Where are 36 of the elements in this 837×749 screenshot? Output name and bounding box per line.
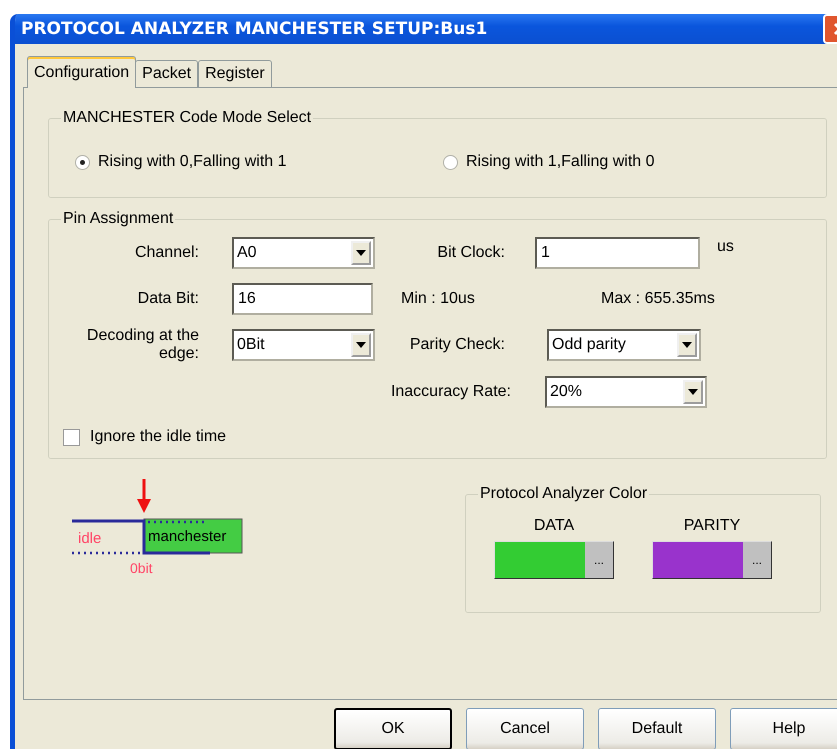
group-title: Protocol Analyzer Color [479,485,648,503]
parity-dropdown[interactable]: Odd parity [547,329,701,361]
tab[interactable]: Register [198,60,272,88]
dialog-button[interactable]: Help [730,708,837,749]
radio-label: Rising with 1,Falling with 0 [466,153,655,171]
field-label: Bit Clock: [436,244,506,262]
idle-label: idle [78,530,102,547]
dialog-button[interactable]: OK [334,708,452,749]
data-bit-field[interactable]: 16 [232,283,373,315]
offset-label: 0bit [130,560,153,576]
field-label: Decoding at the edge: [86,327,200,363]
bit-clock-field[interactable]: 1 [535,237,700,269]
channel-dropdown[interactable]: A0 [232,237,375,269]
max-note: Max : 655.35ms [600,290,716,308]
tab[interactable]: Configuration [27,56,136,88]
dialog-button[interactable]: Cancel [466,708,584,749]
field-label: Parity Check: [408,336,506,354]
window-title: PROTOCOL ANALYZER MANCHESTER SETUP:Bus1 [21,19,488,39]
field-label: Data Bit: [136,290,200,308]
signal-label: manchester [148,528,226,545]
tab[interactable]: Packet [135,60,198,88]
browse-button[interactable]: ... [585,542,613,578]
decoding-dropdown[interactable]: 0Bit [232,329,375,361]
group-title: Pin Assignment [62,210,174,228]
dialog-button[interactable]: Default [598,708,716,749]
field-label: Channel: [134,244,200,262]
min-note: Min : 10us [400,290,476,308]
swatch-label: PARITY [684,517,740,535]
radio-label: Rising with 0,Falling with 1 [98,153,287,171]
field-label: Inaccuracy Rate: [390,383,512,401]
group-title: MANCHESTER Code Mode Select [62,109,312,127]
checkbox-label: Ignore the idle time [90,428,226,446]
inaccuracy-dropdown[interactable]: 20% [545,376,707,408]
unit-label: us [716,238,735,256]
browse-button[interactable]: ... [743,542,771,578]
swatch-label: DATA [534,517,574,535]
